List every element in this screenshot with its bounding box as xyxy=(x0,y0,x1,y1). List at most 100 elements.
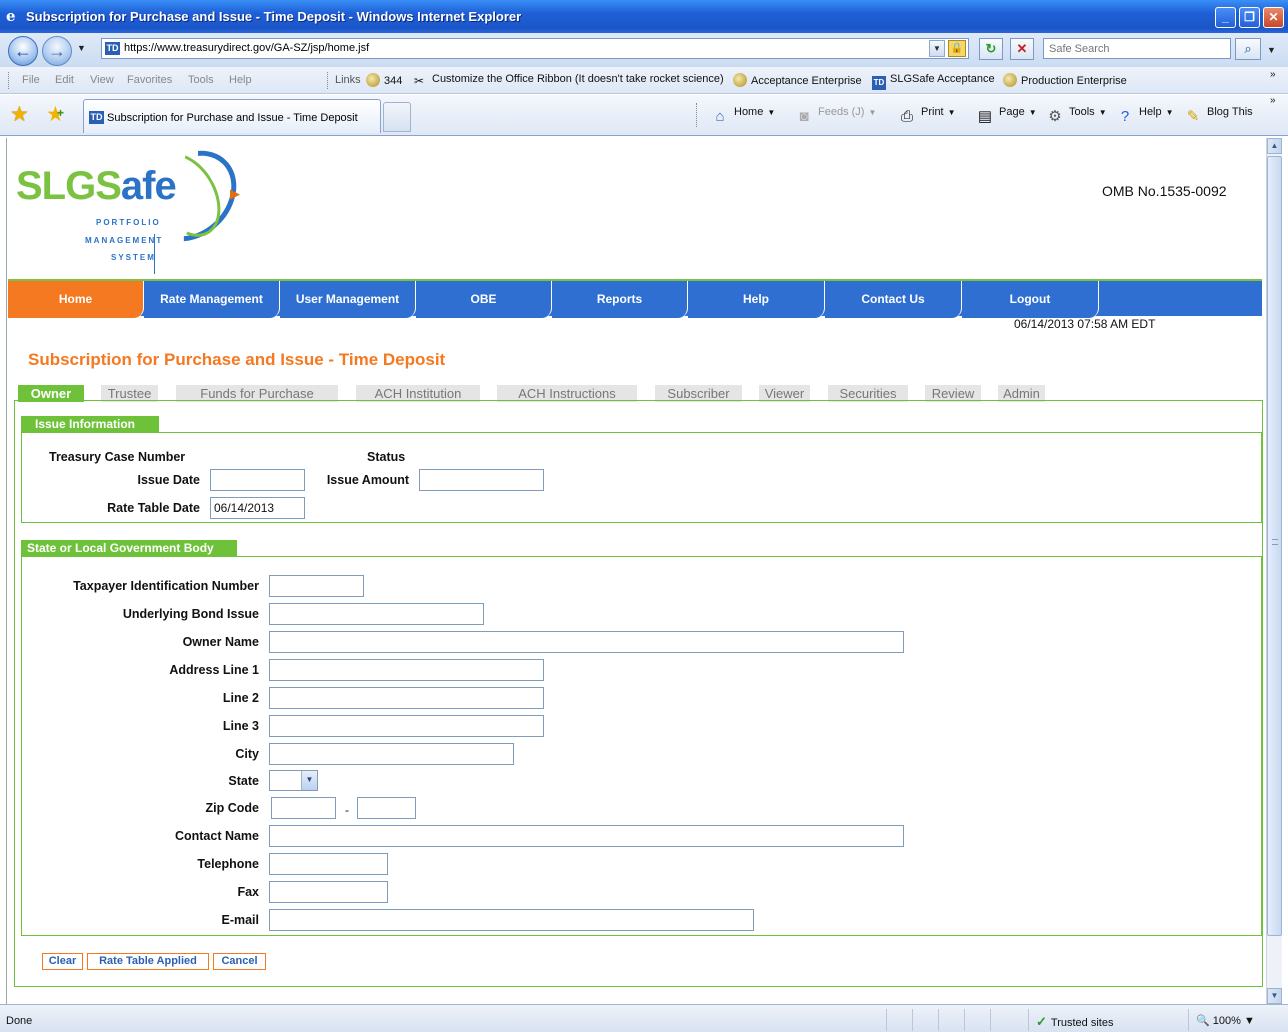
state-select[interactable]: ▼ xyxy=(269,770,318,791)
site-navigation: Home Rate Management User Management OBE… xyxy=(8,279,1262,318)
underlying-bond-issue-label: Underlying Bond Issue xyxy=(122,607,259,621)
search-input[interactable] xyxy=(1047,40,1227,57)
vertical-scrollbar[interactable]: ▲ ▼ xyxy=(1266,138,1282,1004)
treasury-case-number-label: Treasury Case Number xyxy=(49,450,186,464)
address-dropdown-icon[interactable]: ▼ xyxy=(929,40,945,57)
forward-button[interactable]: → xyxy=(42,36,72,66)
link-slgsafe-acceptance[interactable]: TD SLGSafe Acceptance xyxy=(872,73,995,90)
minimize-button[interactable]: _ xyxy=(1215,7,1236,28)
contact-name-field[interactable] xyxy=(269,825,904,847)
home-icon: ⌂ xyxy=(715,108,725,125)
favorites-center-star-icon[interactable]: ★ xyxy=(10,104,29,126)
security-zone[interactable]: ✓ Trusted sites xyxy=(1036,1014,1113,1030)
nav-user-management[interactable]: User Management xyxy=(280,281,416,318)
nav-rate-management[interactable]: Rate Management xyxy=(144,281,280,318)
url-text: https://www.treasurydirect.gov/GA-SZ/jsp… xyxy=(124,42,370,54)
menu-tools[interactable]: Tools xyxy=(188,74,214,86)
link-customize-office-ribbon[interactable]: ✂ Customize the Office Ribbon (It doesn't… xyxy=(414,73,724,88)
nav-help[interactable]: Help xyxy=(688,281,825,318)
nav-obe[interactable]: OBE xyxy=(416,281,552,318)
issue-date-field[interactable] xyxy=(210,469,305,491)
toolbar-grip xyxy=(696,103,699,127)
feeds-command[interactable]: ◙ Feeds (J) ▼ xyxy=(794,106,876,127)
search-icon[interactable]: ⌕ xyxy=(1235,38,1261,60)
cancel-button[interactable]: Cancel xyxy=(213,953,266,970)
menu-favorites[interactable]: Favorites xyxy=(127,74,172,86)
link-acceptance-enterprise[interactable]: Acceptance Enterprise xyxy=(733,73,862,87)
close-window-button[interactable]: ✕ xyxy=(1263,7,1284,28)
issue-information-heading: Issue Information xyxy=(21,416,159,432)
search-options-dropdown-icon[interactable]: ▼ xyxy=(1267,45,1276,55)
new-tab-button[interactable] xyxy=(383,102,411,132)
rate-table-date-field[interactable] xyxy=(210,497,305,519)
chevron-down-icon[interactable]: ▼ xyxy=(301,771,317,790)
browser-tab[interactable]: TD Subscription for Purchase and Issue -… xyxy=(83,99,381,133)
td-favicon-icon: TD xyxy=(89,111,104,124)
address-line-3-field[interactable] xyxy=(269,715,544,737)
status-label: Status xyxy=(367,450,406,464)
nav-logout[interactable]: Logout xyxy=(962,281,1099,318)
zoom-level[interactable]: 🔍 100% ▼ xyxy=(1196,1014,1255,1027)
command-overflow-chevron-icon[interactable]: » xyxy=(1270,95,1276,106)
owner-name-field[interactable] xyxy=(269,631,904,653)
nav-home[interactable]: Home xyxy=(8,281,144,318)
nav-contact-us[interactable]: Contact Us xyxy=(825,281,962,318)
owner-name-label: Owner Name xyxy=(182,635,259,649)
zip-code-field[interactable] xyxy=(271,797,336,819)
scrollbar-thumb[interactable] xyxy=(1267,156,1282,936)
current-datetime: 06/14/2013 07:58 AM EDT xyxy=(1014,317,1156,331)
print-command[interactable]: ⎙ Print ▼ xyxy=(897,106,956,127)
refresh-button[interactable]: ↻ xyxy=(979,38,1003,60)
stop-button[interactable]: ✕ xyxy=(1010,38,1034,60)
links-overflow-chevron-icon[interactable]: » xyxy=(1270,69,1276,80)
underlying-bond-issue-field[interactable] xyxy=(269,603,484,625)
address-line-1-label: Address Line 1 xyxy=(169,663,259,677)
help-command[interactable]: ? Help ▼ xyxy=(1115,106,1174,127)
tin-field[interactable] xyxy=(269,575,364,597)
recent-pages-dropdown-icon[interactable]: ▼ xyxy=(77,43,86,53)
clear-button[interactable]: Clear xyxy=(42,953,83,970)
zip-separator: - xyxy=(345,803,349,817)
status-bar: Done ✓ Trusted sites 🔍 100% ▼ xyxy=(0,1004,1288,1032)
menu-file[interactable]: File xyxy=(22,74,40,86)
page-command[interactable]: ▤ Page ▼ xyxy=(975,106,1037,127)
address-line-2-field[interactable] xyxy=(269,687,544,709)
blog-this-command[interactable]: ✎ Blog This xyxy=(1183,106,1253,127)
lock-icon[interactable]: 🔒 xyxy=(948,40,966,57)
scroll-down-icon[interactable]: ▼ xyxy=(1267,988,1282,1004)
menu-view[interactable]: View xyxy=(90,74,114,86)
nav-reports[interactable]: Reports xyxy=(552,281,688,318)
omb-number: OMB No.1535-0092 xyxy=(1102,183,1227,199)
issue-date-label: Issue Date xyxy=(137,473,200,487)
contact-name-label: Contact Name xyxy=(174,829,259,843)
rate-table-applied-button[interactable]: Rate Table Applied xyxy=(87,953,209,970)
restore-button[interactable]: ❐ xyxy=(1239,7,1260,28)
menu-help[interactable]: Help xyxy=(229,74,252,86)
logo-wordmark: SLGSafe xyxy=(16,164,177,208)
feeds-icon: ◙ xyxy=(799,108,809,125)
status-text: Done xyxy=(6,1015,33,1027)
address-line-3-label: Line 3 xyxy=(222,719,259,733)
window-title-bar: e Subscription for Purchase and Issue - … xyxy=(0,0,1288,33)
add-to-favorites-icon[interactable]: ★ + xyxy=(46,104,65,126)
toolbar-grip xyxy=(327,72,330,89)
rate-table-date-label: Rate Table Date xyxy=(107,501,200,515)
issue-amount-field[interactable] xyxy=(419,469,544,491)
link-344[interactable]: 344 xyxy=(366,73,402,87)
tools-command[interactable]: ⚙ Tools ▼ xyxy=(1045,106,1106,127)
city-field[interactable] xyxy=(269,743,514,765)
home-command[interactable]: ⌂ Home ▼ xyxy=(710,106,775,127)
menu-edit[interactable]: Edit xyxy=(55,74,74,86)
email-field[interactable] xyxy=(269,909,754,931)
fax-field[interactable] xyxy=(269,881,388,903)
scroll-up-icon[interactable]: ▲ xyxy=(1267,138,1282,154)
back-button[interactable]: ← xyxy=(8,36,38,66)
link-production-enterprise[interactable]: Production Enterprise xyxy=(1003,73,1127,87)
address-field[interactable]: TD https://www.treasurydirect.gov/GA-SZ/… xyxy=(101,38,969,59)
ie-page-icon xyxy=(1003,73,1017,87)
telephone-field[interactable] xyxy=(269,853,388,875)
search-box[interactable] xyxy=(1043,38,1231,59)
zip-plus4-field[interactable] xyxy=(357,797,416,819)
address-line-1-field[interactable] xyxy=(269,659,544,681)
city-label: City xyxy=(235,747,259,761)
